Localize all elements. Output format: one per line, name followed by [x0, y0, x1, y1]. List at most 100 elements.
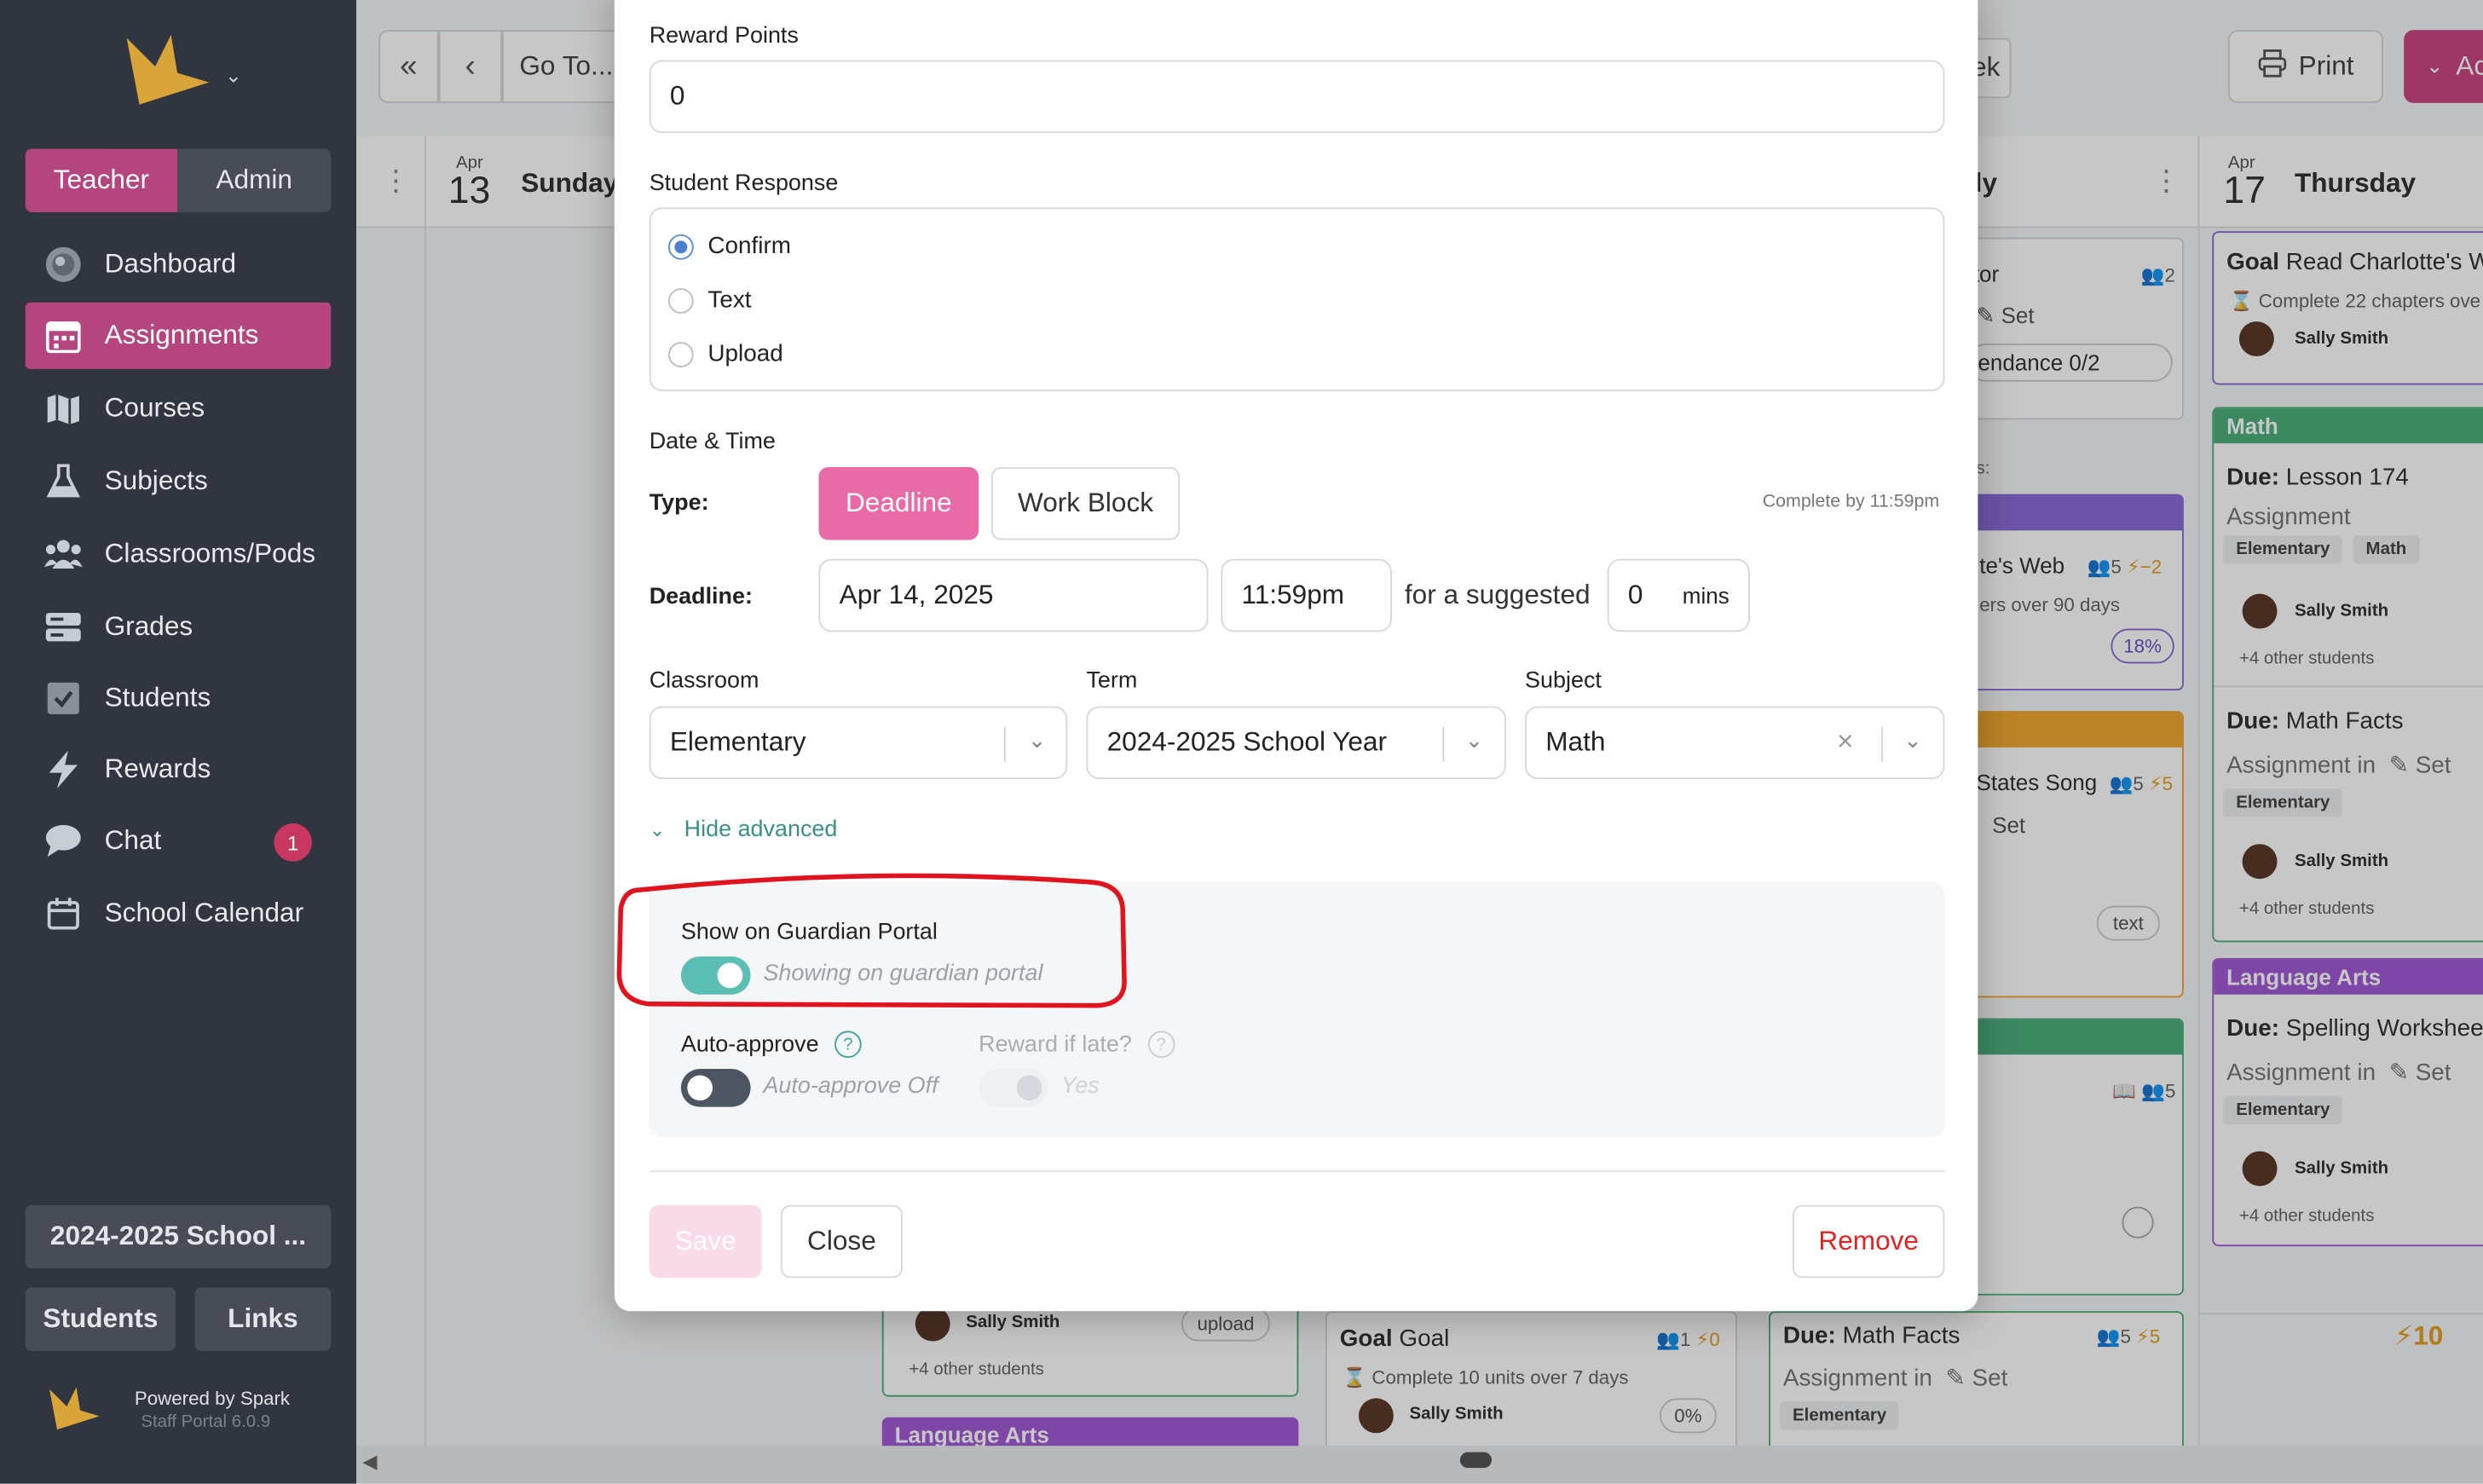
response-text-radio[interactable]: Text	[667, 286, 752, 314]
minutes-unit: mins	[1682, 582, 1729, 609]
toggle-knob	[687, 1075, 713, 1101]
students-button[interactable]: Students	[25, 1287, 176, 1351]
map-icon	[44, 390, 83, 428]
flask-icon	[44, 462, 83, 500]
spark-small-logo	[48, 1387, 101, 1431]
classroom-value: Elementary	[669, 726, 806, 758]
sidebar-item-grades[interactable]: Grades	[26, 594, 332, 661]
chevron-down-icon[interactable]: ⌄	[1903, 727, 1922, 754]
highlight-circle-annotation	[616, 873, 1127, 1008]
sidebar-item-label: Assignments	[104, 320, 259, 350]
select-divider	[1003, 726, 1006, 762]
sidebar: ⌄ Teacher Admin Dashboard Assignments Co…	[0, 0, 357, 1484]
sidebar-item-subjects[interactable]: Subjects	[26, 448, 332, 515]
select-divider	[1881, 726, 1883, 762]
suggested-minutes-value: 0	[1627, 579, 1643, 610]
grades-icon	[44, 608, 83, 646]
term-value: 2024-2025 School Year	[1106, 726, 1387, 758]
sidebar-item-chat[interactable]: Chat 1	[26, 807, 332, 874]
term-select[interactable]: 2024-2025 School Year ⌄	[1086, 706, 1506, 780]
deadline-date-value: Apr 14, 2025	[839, 579, 994, 610]
sidebar-item-label: Dashboard	[104, 248, 237, 279]
sidebar-item-courses[interactable]: Courses	[26, 375, 332, 442]
sidebar-item-students[interactable]: Students	[26, 665, 332, 731]
deadline-label: Deadline:	[649, 584, 753, 610]
help-icon[interactable]: ?	[1147, 1031, 1175, 1059]
reward-late-toggle[interactable]	[979, 1069, 1048, 1107]
admin-role-button[interactable]: Admin	[177, 148, 332, 212]
sidebar-item-school-calendar[interactable]: School Calendar	[26, 881, 332, 947]
close-button[interactable]: Close	[780, 1204, 903, 1279]
dashboard-icon	[44, 245, 83, 284]
deadline-time-value: 11:59pm	[1241, 579, 1345, 610]
deadline-type-button[interactable]: Deadline	[818, 467, 979, 540]
term-label: Term	[1086, 667, 1138, 694]
toggle-knob	[1016, 1075, 1042, 1101]
auto-approve-label: Auto-approve ?	[681, 1031, 862, 1059]
assignment-modal: Reward Points 0 Student Response Confirm…	[614, 0, 1978, 1312]
reward-late-label: Reward if late? ?	[979, 1031, 1175, 1059]
chat-unread-badge: 1	[274, 823, 312, 862]
subject-select[interactable]: Math × ⌄	[1525, 706, 1945, 780]
calendar-outline-icon	[44, 895, 83, 933]
chat-icon	[44, 822, 83, 860]
version-text: Staff Portal 6.0.9	[141, 1412, 271, 1432]
sidebar-item-label: Courses	[104, 392, 205, 424]
response-confirm-radio[interactable]: Confirm	[667, 233, 792, 260]
reward-late-status: Yes	[1060, 1073, 1100, 1100]
hide-advanced-label: Hide advanced	[684, 817, 838, 843]
clear-icon[interactable]: ×	[1837, 725, 1854, 759]
deadline-date-input[interactable]: Apr 14, 2025	[818, 558, 1209, 632]
workblock-type-button[interactable]: Work Block	[990, 467, 1181, 540]
reward-points-label: Reward Points	[649, 23, 799, 49]
remove-button[interactable]: Remove	[1793, 1204, 1945, 1279]
date-time-label: Date & Time	[649, 429, 776, 455]
sidebar-item-classrooms[interactable]: Classrooms/Pods	[26, 521, 332, 587]
sidebar-item-assignments[interactable]: Assignments	[25, 302, 332, 369]
radio-dot	[667, 341, 694, 367]
hide-advanced-toggle[interactable]: ⌄ Hide advanced	[650, 817, 838, 843]
people-icon	[44, 535, 83, 574]
subject-value: Math	[1545, 726, 1606, 758]
sidebar-item-label: Chat	[104, 824, 162, 856]
powered-by-text: Powered by Spark	[134, 1387, 291, 1410]
footer-divider	[649, 1169, 1945, 1172]
sidebar-item-label: Grades	[104, 611, 193, 642]
sidebar-item-label: Students	[104, 682, 211, 713]
school-year-button[interactable]: 2024-2025 School ...	[25, 1204, 332, 1269]
response-upload-radio[interactable]: Upload	[667, 340, 783, 368]
complete-by-text: Complete by 11:59pm	[1762, 492, 1940, 512]
chevron-down-icon[interactable]: ⌄	[1464, 727, 1483, 754]
subject-label: Subject	[1525, 667, 1602, 694]
suggested-label: for a suggested	[1404, 579, 1591, 610]
student-response-label: Student Response	[649, 170, 839, 197]
teacher-role-button[interactable]: Teacher	[25, 148, 178, 212]
logo-chevron-down-icon[interactable]: ⌄	[225, 63, 242, 89]
classroom-select[interactable]: Elementary ⌄	[649, 706, 1068, 780]
spark-logo[interactable]	[124, 34, 212, 107]
sidebar-item-label: Subjects	[104, 465, 208, 496]
chevron-down-icon: ⌄	[649, 818, 666, 841]
links-button[interactable]: Links	[194, 1287, 332, 1351]
sidebar-item-rewards[interactable]: Rewards	[26, 736, 332, 803]
auto-approve-status: Auto-approve Off	[763, 1073, 938, 1100]
radio-label: Upload	[707, 340, 783, 368]
deadline-time-input[interactable]: 11:59pm	[1221, 558, 1393, 632]
sidebar-item-dashboard[interactable]: Dashboard	[26, 231, 332, 297]
suggested-minutes-input[interactable]: 0 mins	[1607, 558, 1750, 632]
reward-points-input[interactable]: 0	[649, 60, 1945, 134]
select-divider	[1442, 726, 1445, 762]
students-icon	[44, 679, 83, 718]
radio-label: Text	[707, 286, 752, 314]
bolt-icon	[44, 750, 83, 789]
radio-dot	[667, 287, 694, 313]
save-button[interactable]: Save	[649, 1204, 762, 1279]
help-icon[interactable]: ?	[834, 1031, 862, 1059]
radio-label: Confirm	[707, 233, 792, 260]
type-label: Type:	[649, 490, 709, 517]
sidebar-item-label: Classrooms/Pods	[104, 538, 316, 569]
reward-points-value: 0	[669, 80, 685, 112]
auto-approve-toggle[interactable]	[680, 1069, 751, 1107]
sidebar-item-label: Rewards	[104, 754, 211, 784]
chevron-down-icon[interactable]: ⌄	[1028, 727, 1047, 754]
